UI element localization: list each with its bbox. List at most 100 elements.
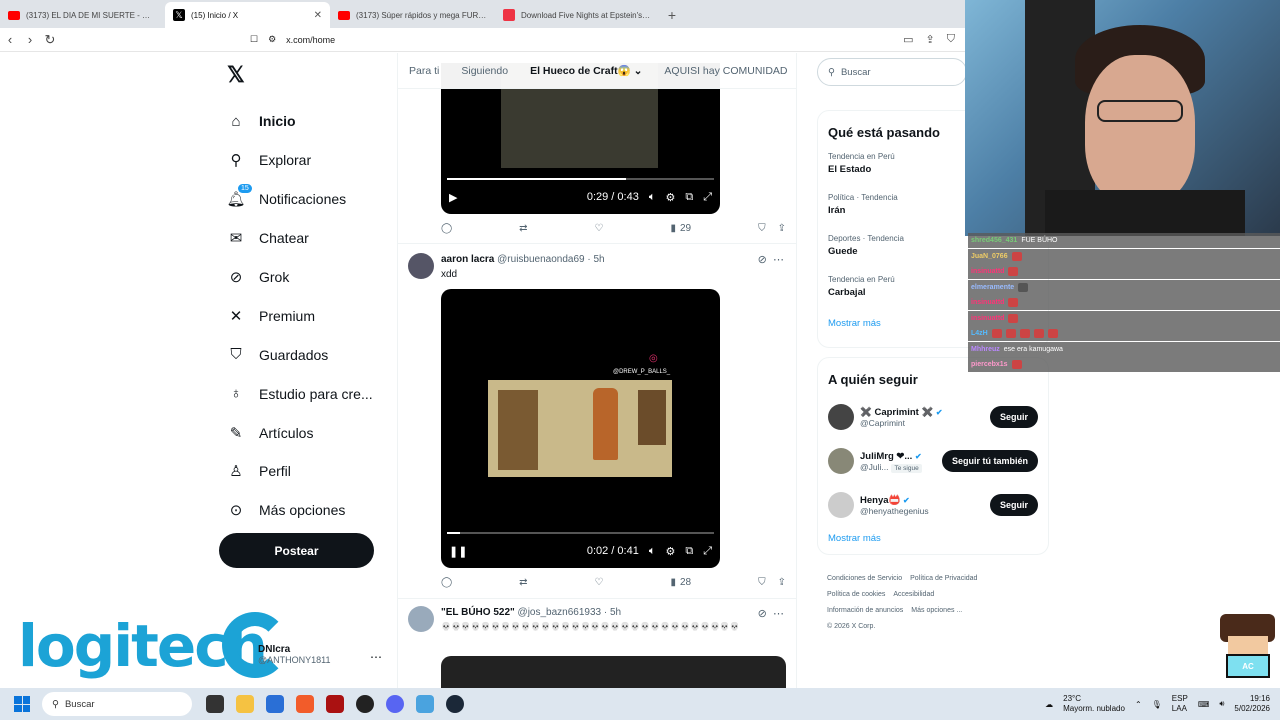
- url-field[interactable]: x.com/home: [286, 35, 335, 45]
- cast-icon[interactable]: ▭: [903, 33, 913, 46]
- views-button[interactable]: ▮ 28: [670, 577, 691, 588]
- nav-item-articulos[interactable]: ✎ Artículos: [218, 413, 388, 452]
- follow-back-button[interactable]: Seguir tú también: [941, 450, 1038, 472]
- account-switcher[interactable]: DNIcra @ANTHONY1811: [258, 644, 331, 665]
- more-icon[interactable]: ⋯: [773, 608, 784, 620]
- new-tab-button[interactable]: +: [660, 2, 684, 28]
- back-icon[interactable]: ‹: [0, 32, 20, 47]
- forward-icon[interactable]: ›: [20, 32, 40, 47]
- settings-icon[interactable]: ⚙: [665, 545, 675, 558]
- avatar[interactable]: [828, 492, 854, 518]
- taskbar-search[interactable]: ⚲ Buscar: [42, 692, 192, 716]
- settings-icon[interactable]: ⚙: [665, 191, 675, 204]
- post-button[interactable]: Postear: [219, 533, 374, 568]
- clock[interactable]: 19:16 5/02/2026: [1234, 694, 1270, 714]
- browser-tab[interactable]: (3173) Súper rápidos y mega FURIOS: [330, 2, 495, 28]
- volume-icon[interactable]: 🔊︎: [1219, 699, 1224, 709]
- retweet-icon[interactable]: ⇄: [519, 223, 527, 234]
- reply-icon[interactable]: ◯: [441, 223, 452, 234]
- brave-icon[interactable]: [296, 695, 314, 713]
- browser-tab-active[interactable]: 𝕏 (15) Inicio / X ✕: [165, 2, 330, 28]
- reload-icon[interactable]: ↻: [40, 32, 60, 48]
- share-icon[interactable]: ⇪: [778, 577, 786, 588]
- pip-icon[interactable]: ⧉: [685, 191, 693, 204]
- nav-item-chatear[interactable]: ✉ Chatear: [218, 219, 388, 258]
- author-name[interactable]: "EL BÚHO 522": [441, 607, 515, 618]
- share-icon[interactable]: ⇪: [778, 223, 786, 234]
- fullscreen-icon[interactable]: ⤢: [703, 545, 712, 558]
- shield-icon[interactable]: ⛉: [947, 33, 955, 46]
- task-view-icon[interactable]: [206, 695, 224, 713]
- grok-icon[interactable]: ⊘: [758, 608, 767, 620]
- chevron-up-icon[interactable]: ⌃: [1135, 700, 1142, 709]
- network-icon[interactable]: ⌨: [1198, 700, 1210, 709]
- mic-icon[interactable]: 🎙︎: [1152, 700, 1162, 709]
- reply-icon[interactable]: ◯: [441, 577, 452, 588]
- more-icon[interactable]: ⋯: [370, 650, 382, 664]
- share-icon[interactable]: ⇪: [926, 33, 935, 46]
- volume-icon[interactable]: 🔈︎: [649, 545, 656, 558]
- follow-item[interactable]: JuliMrg ❤... ✔ @Juli... Te sigue Seguir tú…: [818, 439, 1048, 483]
- nav-item-explorar[interactable]: ⚲ Explorar: [218, 141, 388, 180]
- tab-para-ti[interactable]: Para ti: [398, 65, 450, 77]
- footer-link[interactable]: Más opciones ...: [911, 607, 962, 614]
- grok-icon[interactable]: ⊘: [758, 254, 767, 266]
- footer-link[interactable]: Política de Privacidad: [910, 575, 977, 582]
- x-logo-icon[interactable]: 𝕏: [227, 62, 388, 90]
- like-icon[interactable]: ♡: [595, 577, 604, 588]
- tab-siguiendo[interactable]: Siguiendo: [450, 65, 519, 77]
- bookmark-icon[interactable]: ⛉: [758, 577, 766, 588]
- retweet-icon[interactable]: ⇄: [519, 577, 527, 588]
- like-icon[interactable]: ♡: [595, 223, 604, 234]
- avatar[interactable]: [408, 606, 434, 632]
- footer-link[interactable]: Accesibilidad: [893, 591, 934, 598]
- notepad-icon[interactable]: [416, 695, 434, 713]
- nav-item-inicio[interactable]: ⌂ Inicio: [218, 102, 388, 141]
- browser-tab[interactable]: Download Five Nights at Epstein's by: [495, 2, 660, 28]
- tweet-media[interactable]: [441, 656, 786, 688]
- bookmark-icon[interactable]: ⛉: [758, 223, 766, 234]
- tweet-more[interactable]: ⊘ ⋯: [758, 607, 784, 620]
- follow-item[interactable]: ✖️ Caprimint ✖️ ✔ @Caprimint Seguir: [818, 395, 1048, 439]
- follow-button[interactable]: Seguir: [989, 406, 1038, 428]
- search-input[interactable]: ⚲ Buscar: [817, 58, 967, 86]
- more-icon[interactable]: ⋯: [773, 254, 784, 266]
- pause-icon[interactable]: ❚❚: [449, 545, 467, 558]
- tab-hueco-de-craft[interactable]: El Hueco de Craft😱 ⌄: [519, 64, 653, 77]
- file-explorer-icon[interactable]: [236, 695, 254, 713]
- footer-link[interactable]: Condiciones de Servicio: [827, 575, 902, 582]
- site-info-icon[interactable]: ⚙: [268, 34, 276, 45]
- nav-item-mas-opciones[interactable]: ⊙ Más opciones: [218, 491, 388, 530]
- browser-tab[interactable]: (3173) EL DIA DE MI SUERTE - WILLIE: [0, 2, 165, 28]
- close-icon[interactable]: ✕: [314, 10, 322, 21]
- follow-button[interactable]: Seguir: [989, 494, 1038, 516]
- author-handle[interactable]: @ruisbuenaonda69 · 5h: [497, 254, 604, 265]
- nav-item-perfil[interactable]: ♙ Perfil: [218, 452, 388, 491]
- windows-start-icon[interactable]: [14, 696, 30, 712]
- steam-icon[interactable]: [446, 695, 464, 713]
- author-name[interactable]: aaron lacra: [441, 254, 494, 265]
- tweet-video[interactable]: ◎ @DREW_P_BALLS_ ❚❚ 0:02 / 0:41 🔈︎ ⚙ ⧉ ⤢: [441, 289, 720, 568]
- discord-icon[interactable]: [386, 695, 404, 713]
- language-indicator[interactable]: ESP LAA: [1172, 694, 1188, 714]
- follow-item[interactable]: Henya📛 ✔ @henyathegenius Seguir: [818, 483, 1048, 527]
- avatar[interactable]: [828, 404, 854, 430]
- fullscreen-icon[interactable]: ⤢: [703, 191, 712, 204]
- tweet-more[interactable]: ⊘ ⋯: [758, 253, 784, 266]
- nav-item-premium[interactable]: ✕ Premium: [218, 296, 388, 335]
- nav-item-estudio[interactable]: ♁ Estudio para cre...: [218, 374, 388, 413]
- pip-icon[interactable]: ⧉: [685, 545, 693, 558]
- tab-comunidad[interactable]: AQUISI hay COMUNIDAD: [653, 65, 796, 77]
- app-icon[interactable]: [356, 695, 374, 713]
- media-app-icon[interactable]: [326, 695, 344, 713]
- avatar[interactable]: [828, 448, 854, 474]
- bookmark-icon[interactable]: ☐: [250, 34, 258, 45]
- nav-item-guardados[interactable]: ⛉ Guardados: [218, 335, 388, 374]
- footer-link[interactable]: Política de cookies: [827, 591, 885, 598]
- weather-widget[interactable]: 23°C Mayorm. nublado: [1063, 694, 1125, 714]
- avatar[interactable]: [408, 253, 434, 279]
- footer-link[interactable]: Información de anuncios: [827, 607, 903, 614]
- nav-item-grok[interactable]: ⊘ Grok: [218, 258, 388, 297]
- author-handle[interactable]: @jos_bazn661933 · 5h: [518, 607, 622, 618]
- views-button[interactable]: ▮ 29: [670, 223, 691, 234]
